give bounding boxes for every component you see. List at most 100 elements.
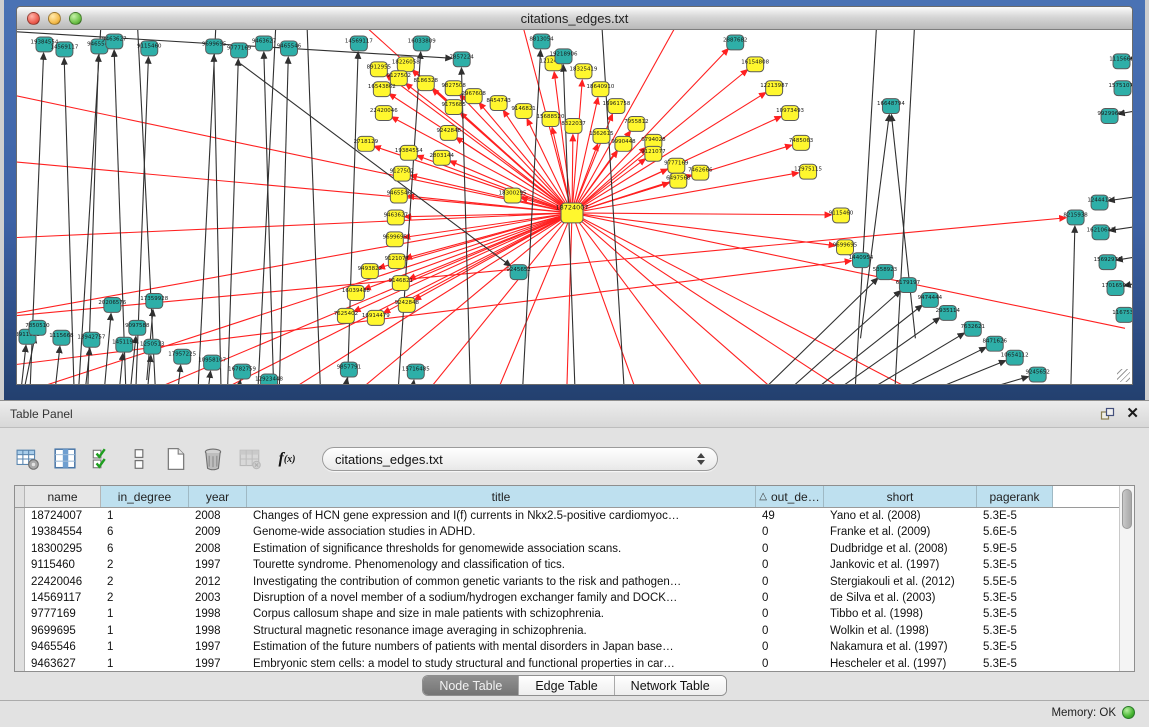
graph-node-label: 2803144 xyxy=(430,153,455,159)
graph-node-label: 1362615 xyxy=(589,131,613,137)
graph-node-label: 9146821 xyxy=(389,278,413,284)
cell-title: Structural magnetic resonance image aver… xyxy=(247,623,756,639)
row-gutter xyxy=(15,606,25,622)
graph-node-label: 14569117 xyxy=(50,44,78,50)
graph-node-label: 1167531 xyxy=(1112,310,1132,316)
cell-pagerank: 5.6E-5 xyxy=(977,524,1053,540)
table-row[interactable]: 911546021997Tourette syndrome. Phenomeno… xyxy=(15,557,1119,573)
column-header-title[interactable]: title xyxy=(247,486,756,507)
minimize-traffic-light[interactable] xyxy=(48,12,61,25)
header-filler xyxy=(1053,486,1119,507)
graph-node-label: 2967608 xyxy=(461,91,486,97)
graph-node-label: 17016504 xyxy=(1102,283,1130,289)
graph-node-label: 15692971 xyxy=(1094,257,1122,263)
delete-table-icon[interactable] xyxy=(199,445,227,473)
cell-title: Disruption of a novel member of a sodium… xyxy=(247,590,756,606)
cell-out_degree: 0 xyxy=(756,623,824,639)
cell-short: Hescheler et al. (1997) xyxy=(824,656,977,671)
table-row[interactable]: 946554611997Estimation of the future num… xyxy=(15,639,1119,655)
table-row[interactable]: 1938455462009Genome-wide association stu… xyxy=(15,524,1119,540)
table-row[interactable]: 946362711997Embryonic stem cells: a mode… xyxy=(15,656,1119,671)
cell-short: Wolkin et al. (1998) xyxy=(824,623,977,639)
table-row[interactable]: 1830029562008Estimation of significance … xyxy=(15,541,1119,557)
cell-in_degree: 2 xyxy=(101,590,189,606)
function-builder-icon[interactable]: f(x) xyxy=(273,445,301,473)
table-toolbar: f(x) citations_edges.txt xyxy=(14,441,718,477)
tab-network-table[interactable]: Network Table xyxy=(615,676,726,695)
cell-pagerank: 5.3E-5 xyxy=(977,557,1053,573)
window-resize-grip[interactable] xyxy=(1117,369,1130,382)
deselect-rows-icon[interactable] xyxy=(125,445,153,473)
cell-out_degree: 0 xyxy=(756,590,824,606)
cell-pagerank: 5.9E-5 xyxy=(977,541,1053,557)
graph-node-label: 9465546 xyxy=(277,43,302,49)
graph-node-label: 7850510 xyxy=(25,323,50,329)
table-panel: Table Panel ✕ xyxy=(0,400,1149,727)
row-gutter xyxy=(15,486,25,507)
select-all-rows-icon[interactable] xyxy=(88,445,116,473)
graph-node-label: 18226058 xyxy=(392,59,420,65)
table-row[interactable]: 969969511998Structural magnetic resonanc… xyxy=(15,623,1119,639)
graph-node-label: 7485063 xyxy=(789,138,814,144)
graph-node-label: 1440954 xyxy=(849,255,874,261)
graph-node-label: 9777169 xyxy=(227,45,252,51)
cell-in_degree: 1 xyxy=(101,623,189,639)
column-header-pagerank[interactable]: pagerank xyxy=(977,486,1053,507)
cell-title: Corpus callosum shape and size in male p… xyxy=(247,606,756,622)
close-traffic-light[interactable] xyxy=(27,12,40,25)
network-window-titlebar[interactable]: citations_edges.txt xyxy=(17,7,1132,30)
graph-node-label: 9463627 xyxy=(252,38,277,44)
graph-node-label: 18300295 xyxy=(499,191,527,197)
memory-ok-indicator xyxy=(1122,706,1135,719)
table-row[interactable]: 1872400712008Changes of HCN gene express… xyxy=(15,508,1119,524)
table-row[interactable]: 2242004622012Investigating the contribut… xyxy=(15,574,1119,590)
graph-node-label: 15688520 xyxy=(537,114,565,120)
graph-node-label: 5358923 xyxy=(873,267,898,273)
column-header-in-degree[interactable]: in_degree xyxy=(101,486,189,507)
graph-node-label: 8813054 xyxy=(529,36,554,42)
citation-network-graph[interactable]: 1872400789129551822605891275028186328982… xyxy=(17,30,1132,384)
graph-node-label: 8215938 xyxy=(1063,212,1088,218)
cell-name: 18300295 xyxy=(25,541,101,557)
graph-node-label: 17957225 xyxy=(168,352,196,358)
cell-out_degree: 49 xyxy=(756,508,824,524)
show-columns-icon[interactable] xyxy=(51,445,79,473)
close-panel-icon[interactable]: ✕ xyxy=(1126,407,1139,421)
cell-in_degree: 6 xyxy=(101,524,189,540)
cell-name: 9777169 xyxy=(25,606,101,622)
new-table-icon[interactable] xyxy=(162,445,190,473)
zoom-traffic-light[interactable] xyxy=(69,12,82,25)
graph-node-label: 7955812 xyxy=(624,119,648,125)
table-settings-icon[interactable] xyxy=(14,445,42,473)
tab-edge-table[interactable]: Edge Table xyxy=(519,676,614,695)
scrollbar-thumb[interactable] xyxy=(1122,489,1132,529)
row-gutter xyxy=(15,557,25,573)
graph-node-label: 9121077 xyxy=(385,256,410,262)
graph-node-label: 9242848 xyxy=(395,300,420,306)
graph-node-label: 6179197 xyxy=(896,280,921,286)
table-row[interactable]: 977716911998Corpus callosum shape and si… xyxy=(15,606,1119,622)
table-vertical-scrollbar[interactable] xyxy=(1119,486,1134,671)
float-panel-icon[interactable] xyxy=(1100,407,1116,421)
tab-node-table[interactable]: Node Table xyxy=(423,676,519,695)
graph-node-label: 16782759 xyxy=(228,367,256,373)
column-header-short[interactable]: short xyxy=(824,486,977,507)
table-selector-dropdown[interactable]: citations_edges.txt xyxy=(322,447,718,471)
table-row[interactable]: 1456911722003Disruption of a novel membe… xyxy=(15,590,1119,606)
network-canvas[interactable]: 1872400789129551822605891275028186328982… xyxy=(17,30,1132,384)
cell-year: 2008 xyxy=(189,541,247,557)
column-header-name[interactable]: name xyxy=(25,486,101,507)
cell-in_degree: 1 xyxy=(101,656,189,671)
table-header-row: name in_degree year title △ out_de… shor… xyxy=(15,486,1119,508)
graph-node-label: 9245652 xyxy=(1025,370,1049,376)
column-header-year[interactable]: year xyxy=(189,486,247,507)
cell-out_degree: 0 xyxy=(756,656,824,671)
cell-out_degree: 0 xyxy=(756,541,824,557)
graph-node-label: 6497568 xyxy=(666,176,691,182)
graph-node-label: 6794028 xyxy=(641,137,666,143)
cell-short: Nakamura et al. (1997) xyxy=(824,639,977,655)
graph-node-label: 9493822 xyxy=(358,266,382,272)
row-gutter xyxy=(15,590,25,606)
graph-node-label: 12923448 xyxy=(255,377,283,383)
column-header-out-degree[interactable]: △ out_de… xyxy=(756,486,824,507)
